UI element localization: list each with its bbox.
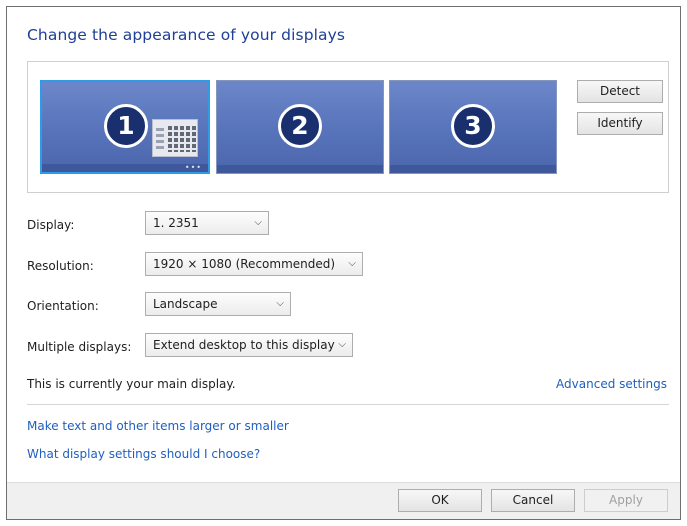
monitor-3[interactable]: 3 bbox=[389, 80, 557, 174]
apply-button[interactable]: Apply bbox=[584, 489, 668, 512]
monitor-taskbar bbox=[390, 165, 556, 173]
monitor-2[interactable]: 2 bbox=[216, 80, 384, 174]
divider bbox=[27, 404, 669, 405]
multiple-displays-select[interactable]: Extend desktop to this display ⌵ bbox=[145, 333, 353, 357]
page-title: Change the appearance of your displays bbox=[27, 26, 346, 44]
cancel-button[interactable]: Cancel bbox=[491, 489, 575, 512]
identify-button[interactable]: Identify bbox=[577, 112, 663, 135]
monitor-taskbar bbox=[42, 164, 208, 172]
display-label: Display: bbox=[27, 218, 75, 232]
advanced-settings-link[interactable]: Advanced settings bbox=[556, 377, 667, 391]
ok-button[interactable]: OK bbox=[398, 489, 482, 512]
chevron-down-icon: ⌵ bbox=[348, 258, 356, 269]
resolution-label: Resolution: bbox=[27, 259, 94, 273]
dialog-footer: OK Cancel Apply bbox=[7, 482, 680, 519]
resolution-select-value: 1920 × 1080 (Recommended) bbox=[153, 257, 336, 271]
monitor-taskbar bbox=[217, 165, 383, 173]
text-size-link[interactable]: Make text and other items larger or smal… bbox=[27, 419, 289, 433]
display-select-value: 1. 2351 bbox=[153, 216, 199, 230]
orientation-label: Orientation: bbox=[27, 299, 99, 313]
monitor-number-badge: 1 bbox=[104, 104, 148, 148]
display-settings-help-link[interactable]: What display settings should I choose? bbox=[27, 447, 260, 461]
monitor-1[interactable]: 1 ••• bbox=[40, 80, 210, 174]
main-display-status: This is currently your main display. bbox=[27, 377, 236, 391]
monitor-number-badge: 3 bbox=[451, 104, 495, 148]
display-settings-window: Change the appearance of your displays 1… bbox=[6, 6, 681, 520]
orientation-select[interactable]: Landscape ⌵ bbox=[145, 292, 291, 316]
chevron-down-icon: ⌵ bbox=[338, 339, 346, 350]
detect-button[interactable]: Detect bbox=[577, 80, 663, 103]
start-screen-icon bbox=[152, 119, 198, 157]
monitor-arrangement-panel: 1 ••• 2 3 Detect Identify bbox=[27, 61, 669, 193]
chevron-down-icon: ⌵ bbox=[254, 217, 262, 228]
monitor-number-badge: 2 bbox=[278, 104, 322, 148]
multiple-displays-select-value: Extend desktop to this display bbox=[153, 338, 335, 352]
orientation-select-value: Landscape bbox=[153, 297, 218, 311]
multiple-displays-label: Multiple displays: bbox=[27, 340, 132, 354]
more-dots-icon: ••• bbox=[184, 163, 202, 172]
chevron-down-icon: ⌵ bbox=[276, 298, 284, 309]
display-select[interactable]: 1. 2351 ⌵ bbox=[145, 211, 269, 235]
resolution-select[interactable]: 1920 × 1080 (Recommended) ⌵ bbox=[145, 252, 363, 276]
